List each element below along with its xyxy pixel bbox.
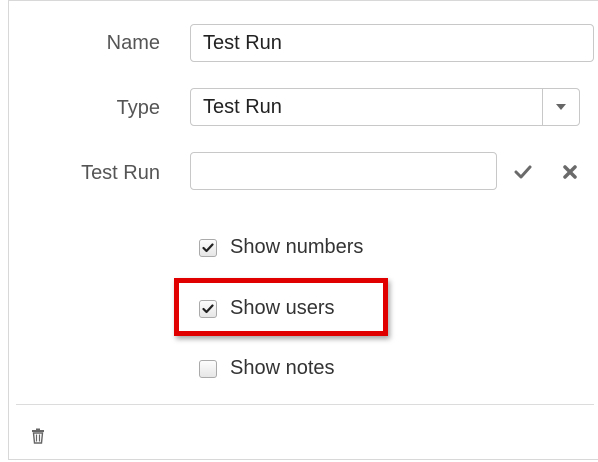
testrun-label: Test Run: [81, 162, 160, 184]
show-notes-checkbox[interactable]: [199, 359, 217, 378]
type-select-value: Test Run: [203, 96, 282, 118]
chevron-down-icon: [556, 104, 566, 110]
check-icon: [202, 242, 214, 252]
trash-icon: [32, 428, 44, 444]
footer-divider: [16, 404, 594, 405]
check-icon: [514, 165, 532, 179]
testrun-input[interactable]: [190, 152, 497, 190]
select-arrow-button[interactable]: [542, 89, 579, 125]
settings-panel: [8, 0, 598, 460]
option-show-notes[interactable]: Show notes: [199, 357, 335, 380]
delete-button[interactable]: [24, 422, 52, 450]
type-label: Type: [116, 97, 160, 119]
type-select[interactable]: Test Run: [190, 88, 580, 126]
show-notes-label: Show notes: [230, 357, 335, 379]
name-input[interactable]: [190, 24, 594, 62]
close-icon: [563, 165, 577, 179]
show-numbers-label: Show numbers: [230, 236, 364, 258]
highlight-box: [174, 278, 388, 336]
cancel-button[interactable]: [556, 158, 584, 186]
option-show-numbers[interactable]: Show numbers: [199, 236, 363, 259]
confirm-button[interactable]: [509, 158, 537, 186]
name-label: Name: [106, 32, 160, 54]
show-numbers-checkbox[interactable]: [199, 238, 217, 257]
